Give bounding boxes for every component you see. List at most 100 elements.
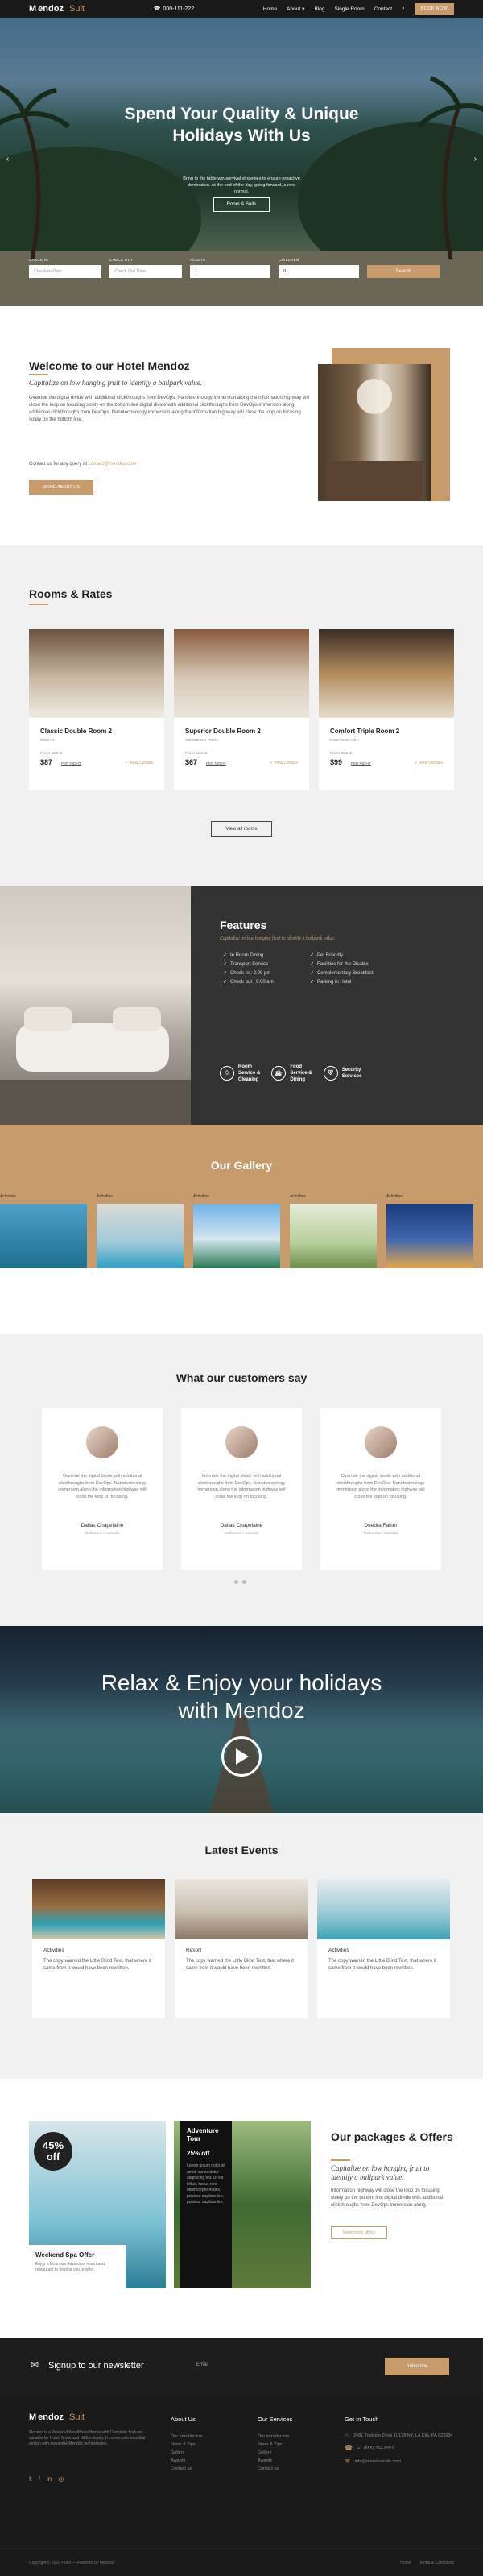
adults-select[interactable]: 1: [190, 265, 270, 278]
facebook-icon[interactable]: f: [39, 2475, 40, 2483]
room-image[interactable]: [319, 629, 454, 718]
room-tag: OCEAN: [40, 738, 55, 742]
footer-link[interactable]: Contact us: [258, 2465, 292, 2473]
footer-contact-col: Get In Touch ⌂ 3481 Trailside Drive 10138…: [345, 2416, 457, 2471]
room-service: ♢ Room Service & Cleaning: [220, 1064, 260, 1083]
testimonial-name: Deedra Faiser: [364, 1523, 398, 1529]
nav-contact[interactable]: Contact: [374, 6, 392, 12]
tour-info: Adventure Tour 25% off Lorem ipsum dolor…: [180, 2121, 232, 2288]
play-button[interactable]: [221, 1736, 262, 1777]
nav-home[interactable]: Home: [263, 6, 277, 12]
children-select[interactable]: 0: [279, 265, 359, 278]
carousel-dot[interactable]: [234, 1580, 238, 1584]
check-icon: ✓: [310, 962, 315, 967]
gallery-backdrop: [0, 1268, 483, 1334]
rooms-suits-button[interactable]: Room & Suits: [213, 197, 270, 212]
search-button[interactable]: Search: [367, 265, 440, 278]
slider-prev-icon[interactable]: ‹: [6, 155, 9, 164]
view-all-rooms-button[interactable]: View all rooms: [211, 821, 272, 837]
event-category[interactable]: Activities: [328, 1948, 349, 1953]
footer-home-link[interactable]: Home: [400, 2561, 411, 2566]
subscribe-button[interactable]: Subscribe: [385, 2358, 449, 2375]
view-details-link[interactable]: ⌕ View Details: [415, 761, 443, 766]
search-icon[interactable]: ⌕: [402, 6, 405, 12]
footer-terms-link[interactable]: Terms & Conditions: [419, 2561, 454, 2566]
slider-next-icon[interactable]: ›: [474, 155, 477, 164]
footer-link[interactable]: Gallery: [171, 2449, 202, 2457]
event-image[interactable]: [317, 1879, 450, 1939]
checkout-input[interactable]: Check Out Date: [109, 265, 182, 278]
feature-label: Check-in : 2:00 pm: [230, 971, 271, 976]
packages-body: Information highway will close the loop …: [331, 2188, 444, 2208]
event-image[interactable]: [175, 1879, 308, 1939]
event-category[interactable]: Activities: [43, 1948, 64, 1953]
room-image[interactable]: [29, 629, 164, 718]
welcome-section: Welcome to our Hotel Mendoz Capitalize o…: [0, 306, 483, 545]
event-card[interactable]: Activities The copy warned the Little Bl…: [317, 1879, 450, 2018]
footer-link[interactable]: News & Tips: [258, 2441, 292, 2449]
gallery-image[interactable]: [386, 1204, 473, 1268]
footer-link[interactable]: Our Introduction: [171, 2433, 202, 2441]
features-subtitle: Capitalize on low hanging fruit to ident…: [220, 936, 336, 941]
gallery-image[interactable]: [97, 1204, 184, 1268]
view-details-link[interactable]: ⌕ View Details: [270, 761, 298, 766]
view-more-offers-button[interactable]: View more offers: [331, 2226, 387, 2239]
package-card-tour[interactable]: Adventure Tour 25% off Lorem ipsum dolor…: [174, 2121, 311, 2288]
gallery-image[interactable]: [193, 1204, 280, 1268]
newsletter-email-input[interactable]: Email: [190, 2358, 383, 2375]
book-now-button[interactable]: BOOK NOW: [414, 3, 454, 15]
event-category[interactable]: Resort: [186, 1948, 201, 1953]
footer-phone[interactable]: ☎ +1 (855) 254-8553: [345, 2445, 457, 2452]
logo[interactable]: Mendoz Suit: [29, 4, 85, 14]
phone-icon: ☎: [345, 2445, 353, 2452]
globe-icon[interactable]: ◎: [58, 2475, 64, 2483]
footer-link[interactable]: Gallery: [258, 2449, 292, 2457]
checkin-input[interactable]: Check In Date: [29, 265, 101, 278]
gallery-image[interactable]: [290, 1204, 377, 1268]
nav-single-room[interactable]: Single Room: [334, 6, 364, 12]
room-name[interactable]: Classic Double Room 2: [40, 728, 112, 735]
footer-logo[interactable]: Mendoz Suit: [29, 2412, 85, 2422]
footer-col-title: About Us: [171, 2416, 196, 2423]
testimonial-name: Dallas Chapelaine: [80, 1523, 124, 1529]
room-name[interactable]: Superior Double Room 2: [185, 728, 261, 735]
features-title: Features: [220, 919, 267, 931]
footer-link[interactable]: News & Tips: [171, 2441, 202, 2449]
contact-email-link[interactable]: contact@mendoz.com: [89, 462, 137, 467]
event-card[interactable]: Resort The copy warned the Little Blind …: [175, 1879, 308, 2018]
location-icon: ⌂: [345, 2432, 349, 2439]
nav-about[interactable]: About ▾: [287, 6, 305, 13]
check-icon: ✓: [223, 962, 228, 967]
feature-label: In Room Dining: [230, 953, 264, 958]
view-details-link[interactable]: ⌕ View Details: [125, 761, 153, 766]
gallery-image[interactable]: [0, 1204, 87, 1268]
room-card[interactable]: Comfort Triple Room 2 OCEAN BEACH Prices…: [319, 629, 454, 790]
phone[interactable]: ☎ 000-111-222: [154, 6, 194, 13]
room-name[interactable]: Comfort Triple Room 2: [330, 728, 399, 735]
room-card[interactable]: Superior Double Room 2 SWIMMING POOL Pri…: [174, 629, 309, 790]
chevron-down-icon: ▾: [302, 6, 305, 12]
footer-email[interactable]: ✉ info@mendozsuits.com: [345, 2458, 457, 2465]
logo-mark: M: [29, 2412, 37, 2422]
room-per-night: PER NIGHT: [61, 761, 81, 766]
carousel-dot[interactable]: [242, 1580, 246, 1584]
package-card-spa[interactable]: 45% off Weekend Spa Offer Enjoy a luxurio…: [29, 2121, 166, 2288]
phone-text: +1 (855) 254-8553: [357, 2446, 394, 2451]
event-text: The copy warned the Little Blind Text, t…: [186, 1959, 294, 1971]
footer-link[interactable]: Contact us: [171, 2465, 202, 2473]
discount-badge: 45% off: [34, 2132, 72, 2171]
more-about-button[interactable]: MORE ABOUT US: [29, 480, 93, 495]
linkedin-icon[interactable]: in: [47, 2475, 52, 2483]
nav-blog[interactable]: Blog: [314, 6, 324, 12]
footer-link[interactable]: Our Introduction: [258, 2433, 292, 2441]
room-card[interactable]: Classic Double Room 2 OCEAN Prices start…: [29, 629, 164, 790]
footer-link[interactable]: Awards: [258, 2457, 292, 2465]
welcome-title: Welcome to our Hotel Mendoz: [29, 359, 190, 372]
footer-link[interactable]: Awards: [171, 2457, 202, 2465]
room-image[interactable]: [174, 629, 309, 718]
gallery-title: Our Gallery: [210, 1159, 273, 1172]
gallery-caption: Activities: [386, 1194, 402, 1199]
event-card[interactable]: Activities The copy warned the Little Bl…: [32, 1879, 165, 2018]
twitter-icon[interactable]: 𝕥: [29, 2475, 32, 2483]
event-image[interactable]: [32, 1879, 165, 1939]
